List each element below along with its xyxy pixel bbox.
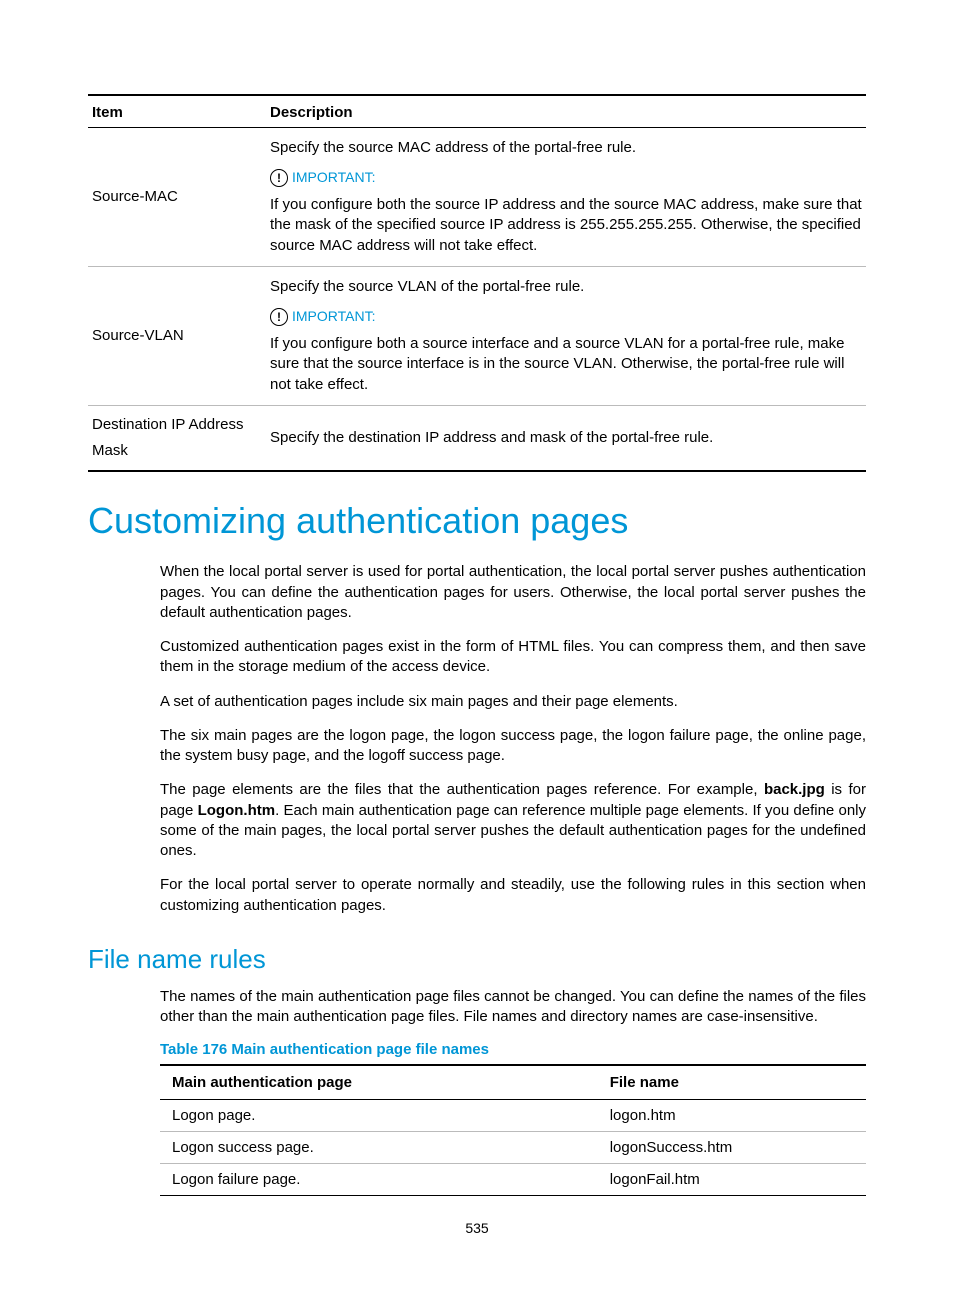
item-cell: Source-VLAN — [88, 266, 266, 405]
table-row: Destination IP Address Mask Specify the … — [88, 405, 866, 471]
paragraph: For the local portal server to operate n… — [160, 875, 866, 916]
table-caption: Table 176 Main authentication page file … — [160, 1041, 866, 1058]
item-line1: Destination IP Address — [92, 412, 262, 438]
important-label: ! IMPORTANT: — [270, 168, 376, 187]
file-cell: logonSuccess.htm — [598, 1132, 866, 1164]
file-table: Main authentication page File name Logon… — [160, 1064, 866, 1196]
col-description: Description — [266, 95, 866, 128]
important-text: IMPORTANT: — [292, 307, 376, 326]
paragraph: Customized authentication pages exist in… — [160, 637, 866, 678]
table-row: Logon page. logon.htm — [160, 1100, 866, 1132]
page-cell: Logon page. — [160, 1100, 598, 1132]
page-cell: Logon failure page. — [160, 1164, 598, 1196]
paragraph: The six main pages are the logon page, t… — [160, 726, 866, 767]
item-line2: Mask — [92, 438, 262, 464]
paragraph: A set of authentication pages include si… — [160, 692, 866, 712]
file-cell: logon.htm — [598, 1100, 866, 1132]
desc-cell: Specify the source MAC address of the po… — [266, 128, 866, 267]
table-row: Logon failure page. logonFail.htm — [160, 1164, 866, 1196]
item-cell: Source-MAC — [88, 128, 266, 267]
paragraph: The names of the main authentication pag… — [160, 987, 866, 1028]
table-row: Logon success page. logonSuccess.htm — [160, 1132, 866, 1164]
desc-body: If you configure both a source interface… — [270, 330, 862, 399]
rule-table: Item Description Source-MAC Specify the … — [88, 94, 866, 472]
bold-text: back.jpg — [764, 781, 825, 798]
desc-cell: Specify the destination IP address and m… — [266, 405, 866, 471]
table-row: Source-VLAN Specify the source VLAN of t… — [88, 266, 866, 405]
col-file-name: File name — [598, 1065, 866, 1100]
col-item: Item — [88, 95, 266, 128]
col-main-page: Main authentication page — [160, 1065, 598, 1100]
table-row: Source-MAC Specify the source MAC addres… — [88, 128, 866, 267]
bold-text: Logon.htm — [198, 802, 275, 819]
page-number: 535 — [0, 1220, 954, 1236]
important-label: ! IMPORTANT: — [270, 307, 376, 326]
important-text: IMPORTANT: — [292, 168, 376, 187]
text: The page elements are the files that the… — [160, 781, 764, 798]
paragraph: When the local portal server is used for… — [160, 562, 866, 623]
desc-top: Specify the source VLAN of the portal-fr… — [270, 273, 862, 301]
desc-cell: Specify the source VLAN of the portal-fr… — [266, 266, 866, 405]
desc-top: Specify the source MAC address of the po… — [270, 134, 862, 162]
paragraph: The page elements are the files that the… — [160, 780, 866, 861]
important-icon: ! — [270, 169, 288, 187]
important-icon: ! — [270, 308, 288, 326]
desc-body: If you configure both the source IP addr… — [270, 191, 862, 260]
heading-customizing: Customizing authentication pages — [88, 500, 866, 542]
item-cell: Destination IP Address Mask — [88, 405, 266, 471]
heading-file-name-rules: File name rules — [88, 944, 866, 975]
page-cell: Logon success page. — [160, 1132, 598, 1164]
file-cell: logonFail.htm — [598, 1164, 866, 1196]
